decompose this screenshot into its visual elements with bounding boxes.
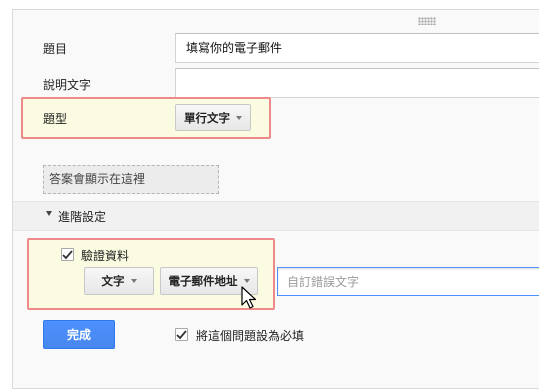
drag-handle-icon[interactable] xyxy=(418,17,436,25)
validate-checkbox[interactable] xyxy=(61,248,74,261)
required-label: 將這個問題設為必填 xyxy=(196,329,305,343)
description-input[interactable] xyxy=(175,68,539,98)
title-input[interactable]: 填寫你的電子郵件 xyxy=(175,33,539,63)
mouse-cursor-icon xyxy=(241,286,257,309)
triangle-down-icon[interactable] xyxy=(46,211,52,216)
checkmark-icon xyxy=(176,329,187,339)
custom-error-input[interactable]: 自訂錯誤文字 xyxy=(277,267,539,296)
done-button[interactable]: 完成 xyxy=(43,320,115,349)
chevron-down-icon xyxy=(130,279,137,283)
chevron-down-icon xyxy=(236,115,242,120)
question-type-label: 題型 xyxy=(43,112,68,126)
title-label: 題目 xyxy=(43,42,68,56)
question-type-value: 單行文字 xyxy=(184,110,230,125)
advanced-settings-toggle[interactable]: 進階設定 xyxy=(58,208,106,225)
question-type-dropdown[interactable]: 單行文字 xyxy=(175,104,251,131)
validate-label: 驗證資料 xyxy=(81,249,130,263)
validation-rule-value: 電子郵件地址 xyxy=(168,274,238,288)
validation-type-dropdown[interactable]: 文字 xyxy=(84,267,154,295)
checkmark-icon xyxy=(62,249,73,259)
validation-type-value: 文字 xyxy=(101,274,125,288)
answer-preview: 答案會顯示在這裡 xyxy=(43,165,219,194)
chevron-down-icon xyxy=(243,279,250,283)
required-checkbox[interactable] xyxy=(175,328,188,341)
description-label: 說明文字 xyxy=(43,78,92,92)
